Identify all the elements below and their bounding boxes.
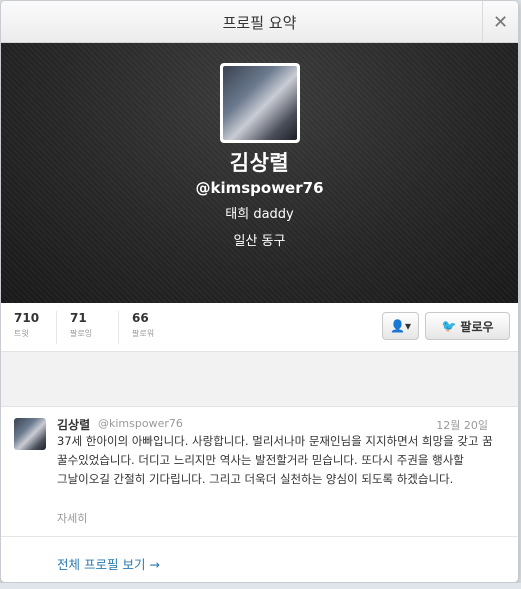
divider-band [1, 352, 518, 407]
stat-tweets[interactable]: 710 트윗 [1, 311, 56, 344]
stat-followers-count: 66 [132, 311, 149, 325]
profile-avatar-frame[interactable] [220, 63, 300, 143]
follow-button[interactable]: 🐦 팔로우 [425, 312, 510, 340]
stat-following-label: 팔로잉 [70, 329, 93, 338]
close-button[interactable]: ✕ [482, 1, 518, 43]
tweet-author-handle[interactable]: @kimspower76 [98, 417, 183, 430]
profile-bio: 태희 daddy [225, 207, 294, 222]
avatar [223, 66, 297, 140]
close-icon: ✕ [492, 11, 509, 33]
dialog-titlebar: 프로필 요약 ✕ [1, 1, 518, 43]
profile-handle: @kimspower76 [195, 179, 324, 197]
latest-tweet[interactable]: 김상렬 @kimspower76 12월 20일 37세 한아이의 아빠입니다.… [1, 407, 518, 537]
user-actions-button[interactable]: 👤▾ [382, 312, 419, 340]
tweet-author-name[interactable]: 김상렬 [57, 416, 90, 433]
stat-followers-label: 팔로워 [132, 329, 155, 338]
view-full-profile-link[interactable]: 전체 프로필 보기 → [57, 554, 160, 573]
tweet-avatar[interactable] [14, 418, 46, 450]
tweet-text: 37세 한아이의 아빠입니다. 사랑합니다. 멀리서나마 문재인님을 지지하면서… [57, 434, 493, 486]
stat-tweets-count: 710 [14, 311, 40, 325]
dialog-title: 프로필 요약 [222, 14, 297, 32]
profile-summary-dialog: 프로필 요약 ✕ 김상렬 @kimspower76 태희 daddy 일산 동구… [0, 0, 519, 583]
tweet-timestamp[interactable]: 12월 20일 [436, 417, 488, 433]
background-strip [0, 583, 521, 589]
user-dropdown-icon: 👤▾ [390, 319, 411, 333]
profile-location: 일산 동구 [233, 234, 286, 249]
stat-tweets-label: 트윗 [14, 329, 29, 338]
profile-name: 김상렬 [229, 151, 290, 175]
twitter-bird-icon: 🐦 [441, 319, 457, 333]
stat-followers[interactable]: 66 팔로워 [118, 311, 188, 344]
stat-following[interactable]: 71 팔로잉 [56, 311, 118, 344]
tweet-expand-link[interactable]: 자세히 [57, 510, 87, 526]
stat-following-count: 71 [70, 311, 87, 325]
follow-button-label: 팔로우 [460, 319, 494, 334]
profile-header: 김상렬 @kimspower76 태희 daddy 일산 동구 [1, 43, 518, 303]
